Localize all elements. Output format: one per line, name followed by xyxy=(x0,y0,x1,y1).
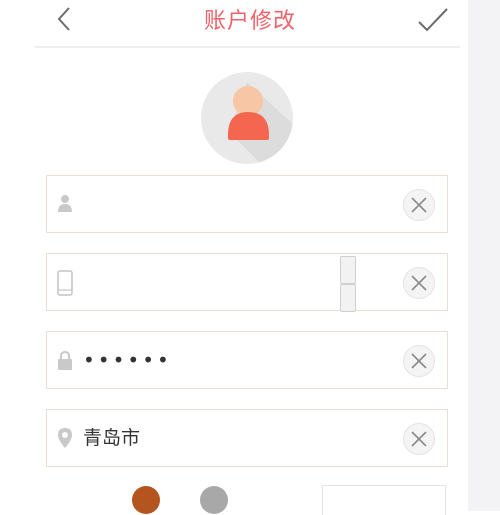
person-icon xyxy=(55,192,75,216)
username-input[interactable] xyxy=(83,190,383,218)
avatar[interactable] xyxy=(201,72,293,164)
clear-city-button[interactable] xyxy=(403,423,435,455)
phone-field xyxy=(46,253,448,312)
city-input[interactable] xyxy=(83,424,383,452)
header-bar: 账户修改 xyxy=(0,0,468,48)
close-icon xyxy=(411,431,427,447)
gender-option-icon[interactable] xyxy=(200,486,228,514)
lock-icon xyxy=(55,348,75,372)
phone-scrollbar[interactable] xyxy=(340,254,356,312)
password-input[interactable]: •••••• xyxy=(83,346,383,374)
checkmark-icon xyxy=(418,8,448,32)
password-field: •••••• xyxy=(46,331,448,389)
location-pin-icon xyxy=(55,426,75,450)
close-icon xyxy=(411,353,427,369)
scroll-thumb-down[interactable] xyxy=(340,284,356,312)
gender-option-icon[interactable] xyxy=(132,486,160,514)
close-icon xyxy=(411,197,427,213)
header-divider xyxy=(35,46,460,48)
phone-input[interactable] xyxy=(83,268,383,296)
confirm-button[interactable] xyxy=(416,6,450,34)
mobile-phone-icon xyxy=(55,270,75,296)
close-icon xyxy=(411,275,427,291)
clear-phone-button[interactable] xyxy=(403,267,435,299)
user-avatar-icon xyxy=(228,82,293,164)
account-edit-screen: 账户修改 •••••• 青岛市 xyxy=(0,0,468,515)
back-button[interactable] xyxy=(52,4,80,34)
clear-password-button[interactable] xyxy=(403,345,435,377)
side-strip xyxy=(468,0,500,511)
username-field xyxy=(46,175,448,233)
page-title: 账户修改 xyxy=(203,9,296,34)
chevron-left-icon xyxy=(57,7,70,31)
scroll-thumb-up[interactable] xyxy=(340,256,356,284)
clear-username-button[interactable] xyxy=(403,189,435,221)
city-field xyxy=(46,409,448,467)
